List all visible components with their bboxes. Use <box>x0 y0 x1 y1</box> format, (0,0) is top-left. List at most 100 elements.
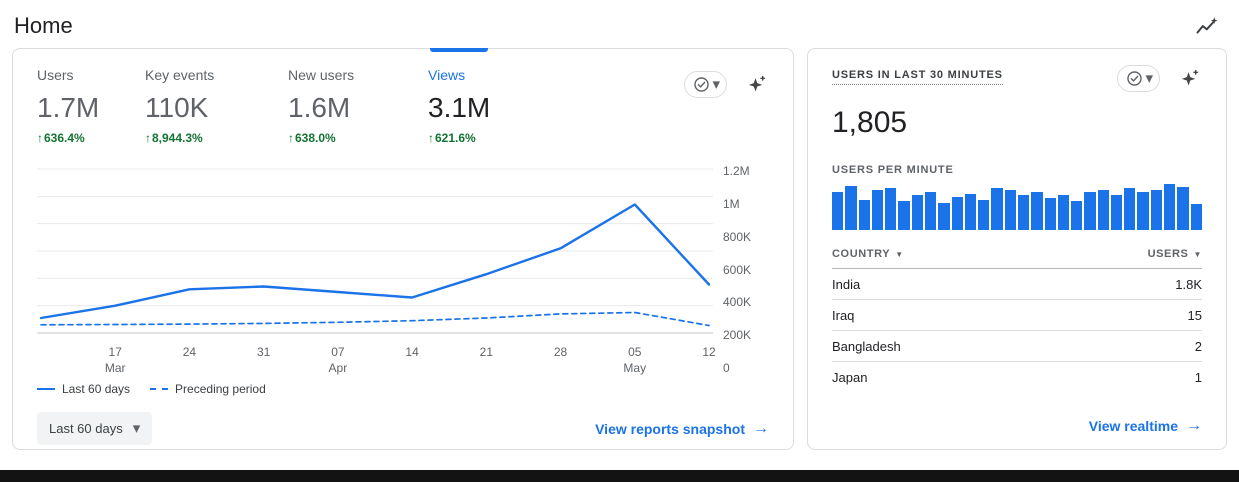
realtime-table-header: COUNTRY ▼ USERS ▼ <box>832 248 1202 269</box>
minute-bar <box>991 187 1003 230</box>
x-axis-tick: 28 <box>553 345 568 359</box>
x-axis-tick: 14 <box>405 345 419 359</box>
minute-bar <box>978 199 990 230</box>
sort-caret-icon: ▼ <box>1193 249 1202 259</box>
minute-bar <box>1031 192 1043 230</box>
minute-bar <box>1150 189 1163 230</box>
metric-tabs: Users 1.7M ↑ 636.4% Key events 110K ↑ 8,94… <box>37 67 568 145</box>
minute-bar <box>938 203 950 230</box>
minute-bar <box>1097 189 1109 230</box>
minute-bar <box>1164 184 1176 230</box>
minute-bar <box>1137 192 1149 230</box>
minute-bar <box>911 195 923 230</box>
minute-bar <box>924 192 937 230</box>
y-axis-tick: 1.2M <box>723 163 750 178</box>
ai-sparkle-icon[interactable] <box>743 72 769 98</box>
country-cell: Japan <box>832 370 868 385</box>
legend-preceding-period: Preceding period <box>150 382 266 396</box>
minute-bar <box>1071 200 1083 230</box>
data-quality-button[interactable]: ▾ <box>684 71 727 98</box>
country-cell: India <box>832 277 861 292</box>
metric-value: 110K <box>145 92 209 123</box>
arrow-forward-icon: → <box>1186 417 1202 434</box>
users-last-30-min-count: 1,805 <box>832 106 908 139</box>
realtime-title: USERS IN LAST 30 MINUTES <box>832 69 1003 85</box>
metric-delta: ↑ 636.4% <box>37 131 85 145</box>
minute-bar <box>1110 195 1123 230</box>
y-axis-tick: 800K <box>723 229 752 244</box>
metric-label: Views <box>428 67 466 83</box>
metric-tab-views[interactable]: Views 3.1M ↑ 621.6% <box>428 67 568 145</box>
x-axis-tick: 21 <box>479 345 494 359</box>
table-row: Bangladesh 2 <box>832 331 1202 362</box>
metric-value: 3.1M <box>428 92 491 123</box>
users-cell: 2 <box>1194 339 1202 354</box>
table-row: Iraq 15 <box>832 300 1202 331</box>
trend-chart: 17 Mar 24 31 07 Apr 14 21 28 05 May 12 1.2M 1M 800K 60… <box>37 161 769 378</box>
insights-icon[interactable] <box>1193 12 1221 40</box>
ai-sparkle-icon[interactable] <box>1176 66 1202 92</box>
arrow-forward-icon: → <box>753 419 769 437</box>
y-axis: 1.2M 1M 800K 600K 400K 200K 0 <box>713 161 769 378</box>
sort-caret-icon: ▼ <box>895 249 904 259</box>
realtime-card: USERS IN LAST 30 MINUTES ▾ 1,805 USERS P… <box>807 48 1227 450</box>
y-axis-tick: 1M <box>723 196 740 211</box>
view-reports-snapshot-link[interactable]: View reports snapshot → <box>595 420 769 438</box>
minute-bar <box>1177 186 1189 230</box>
country-column-header[interactable]: COUNTRY ▼ <box>832 248 904 260</box>
minute-bar <box>832 192 844 230</box>
view-realtime-link[interactable]: View realtime → <box>1089 417 1202 435</box>
increase-arrow-icon: ↑ <box>288 131 294 145</box>
x-axis: 17 Mar 24 31 07 Apr 14 21 28 05 May 12 <box>37 344 716 378</box>
chevron-down-icon: ▾ <box>132 420 141 437</box>
data-quality-button[interactable]: ▾ <box>1117 65 1160 92</box>
country-cell: Iraq <box>832 308 855 323</box>
chevron-down-icon: ▾ <box>712 76 720 93</box>
minute-bar <box>858 199 870 230</box>
app-header: Home <box>0 0 1239 48</box>
table-row: Japan 1 <box>832 362 1202 392</box>
bottom-bar <box>0 470 1239 482</box>
table-row: India 1.8K <box>832 269 1202 300</box>
y-axis-tick: 0 <box>723 361 730 376</box>
main-content: Users 1.7M ↑ 636.4% Key events 110K ↑ 8,94… <box>0 48 1239 450</box>
metric-value: 1.6M <box>288 92 351 123</box>
users-column-header[interactable]: USERS ▼ <box>1148 248 1202 260</box>
minute-bar <box>1084 192 1096 230</box>
metric-value: 1.7M <box>37 92 100 123</box>
sparkle-icon <box>748 75 766 92</box>
chart-series-solid <box>39 203 711 320</box>
metric-tab-users[interactable]: Users 1.7M ↑ 636.4% <box>37 67 145 145</box>
x-axis-tick: 24 <box>182 345 197 359</box>
x-axis-tick: 31 <box>256 345 271 359</box>
y-axis-tick: 400K <box>723 295 752 310</box>
metric-tab-key-events[interactable]: Key events 110K ↑ 8,944.3% <box>145 67 288 145</box>
users-cell: 1 <box>1194 370 1202 385</box>
dashed-line-swatch-icon <box>150 388 169 390</box>
metric-tab-new-users[interactable]: New users 1.6M ↑ 638.0% <box>288 67 428 145</box>
minute-bar <box>1017 195 1030 230</box>
metric-delta: ↑ 8,944.3% <box>145 131 203 145</box>
minute-bar <box>1124 187 1136 230</box>
minute-bar <box>951 196 963 230</box>
metric-label: New users <box>288 67 355 83</box>
minute-bar <box>845 185 857 230</box>
check-circle-icon <box>694 77 710 92</box>
country-cell: Bangladesh <box>832 339 901 354</box>
minute-bar <box>964 194 977 230</box>
x-axis-tick: 07 Apr <box>328 345 348 376</box>
x-axis-tick: 05 May <box>623 345 647 376</box>
minute-bar <box>1044 197 1056 230</box>
selected-tab-indicator <box>430 48 488 52</box>
increase-arrow-icon: ↑ <box>428 131 434 145</box>
users-per-minute-chart <box>832 184 1202 230</box>
y-axis-tick: 600K <box>723 262 752 277</box>
home-overview-card: Users 1.7M ↑ 636.4% Key events 110K ↑ 8,94… <box>12 48 794 450</box>
line-chart-plot <box>37 168 713 334</box>
trend-zigzag-icon <box>1196 17 1218 34</box>
increase-arrow-icon: ↑ <box>145 131 151 145</box>
date-range-button[interactable]: Last 60 days ▾ <box>37 412 153 445</box>
minute-bar <box>871 189 884 230</box>
y-axis-tick: 200K <box>723 328 752 343</box>
metric-delta: ↑ 621.6% <box>428 131 476 145</box>
